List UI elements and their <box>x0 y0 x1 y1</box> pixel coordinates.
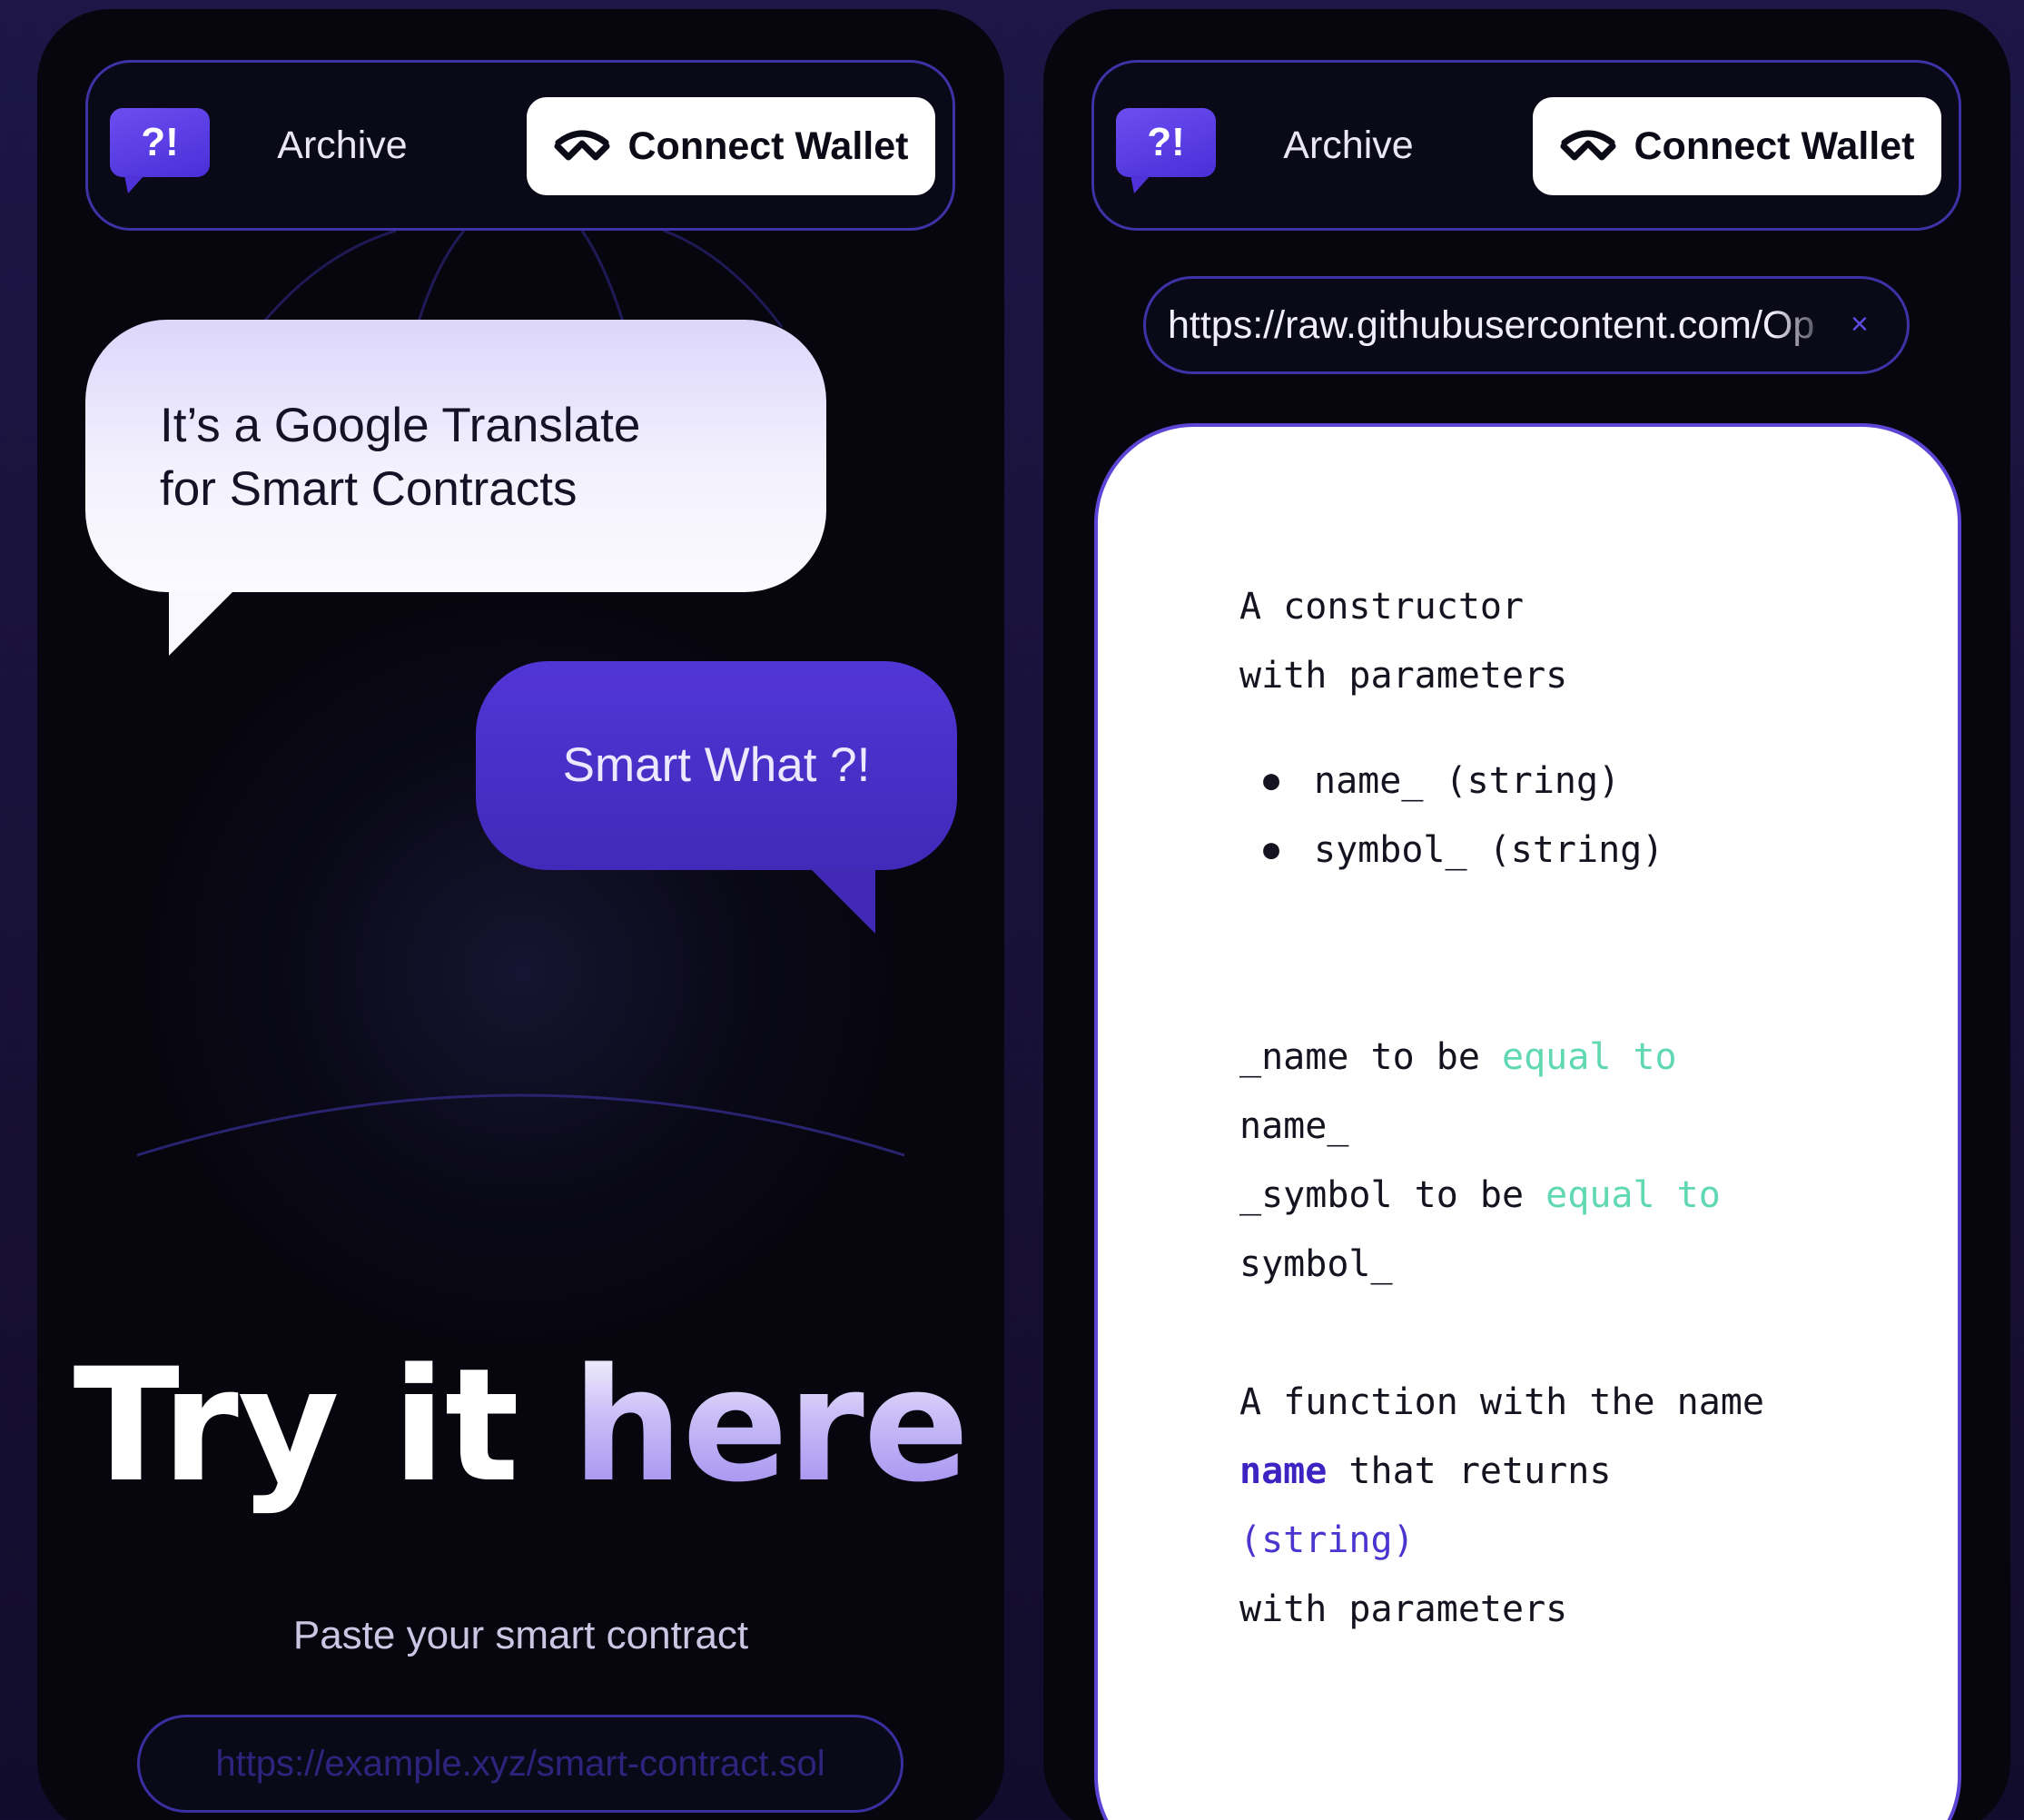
hero-title: Try it here <box>37 1344 1004 1508</box>
connect-wallet-label: Connect Wallet <box>627 124 909 168</box>
logo-icon[interactable]: ?! <box>110 108 210 193</box>
text-line: _name to be equal to <box>1239 1023 1930 1092</box>
top-nav: ?! Archive Connect Wallet <box>1091 60 1961 231</box>
text-fragment: _symbol to be <box>1239 1174 1546 1216</box>
hero-title-part1: Try it <box>73 1334 572 1517</box>
return-type: (string) <box>1239 1519 1415 1561</box>
param-item: symbol_ (string) <box>1239 816 1930 885</box>
text-line: A constructor <box>1239 586 1525 628</box>
bubble-tail <box>169 590 234 656</box>
bubble-tail <box>810 868 875 934</box>
contract-url-value[interactable]: https://raw.githubusercontent.com/Op <box>1168 279 1831 371</box>
text-line: name that returns <box>1239 1437 1930 1506</box>
archive-link[interactable]: Archive <box>261 63 424 228</box>
speech-bubble-question: Smart What ?! <box>476 661 957 934</box>
walletconnect-icon <box>1560 130 1615 161</box>
text-fragment: that returns <box>1327 1450 1612 1492</box>
logo-icon[interactable]: ?! <box>1116 108 1216 193</box>
text-fragment: _name to be <box>1239 1036 1502 1078</box>
speech-bubble-tagline: It’s a Google Translate for Smart Contra… <box>85 320 826 656</box>
url-fade <box>1772 279 1836 371</box>
tagline-line-2: for Smart Contracts <box>160 462 578 516</box>
connect-wallet-label: Connect Wallet <box>1634 124 1915 168</box>
text-line: name_ <box>1239 1105 1349 1147</box>
translation-card: A constructor with parameters name_ (str… <box>1094 423 1961 1820</box>
archive-link[interactable]: Archive <box>1267 63 1430 228</box>
paste-subtitle: Paste your smart contract <box>292 1613 749 1657</box>
contract-url-field[interactable]: https://raw.githubusercontent.com/Op × <box>1143 276 1910 374</box>
keyword-highlight: equal to <box>1501 1036 1677 1078</box>
translation-text: A constructor with parameters name_ (str… <box>1239 572 1930 1644</box>
hero-title-accent: here <box>571 1334 970 1517</box>
param-item: name_ (string) <box>1239 747 1930 816</box>
connect-wallet-button[interactable]: Connect Wallet <box>1533 97 1941 195</box>
question-text: Smart What ?! <box>562 738 871 792</box>
text-line: with parameters <box>1239 1588 1568 1630</box>
text-line: with parameters <box>1239 655 1568 697</box>
contract-url-input[interactable] <box>137 1715 903 1813</box>
text-line: _symbol to be equal to <box>1239 1161 1930 1230</box>
clear-icon[interactable]: × <box>1851 279 1869 371</box>
walletconnect-icon <box>554 130 609 161</box>
function-name: name <box>1239 1450 1328 1492</box>
connect-wallet-button[interactable]: Connect Wallet <box>527 97 935 195</box>
top-nav: ?! Archive Connect Wallet <box>85 60 955 231</box>
keyword-highlight: equal to <box>1545 1174 1721 1216</box>
text-line: symbol_ <box>1239 1243 1393 1285</box>
tagline-line-1: It’s a Google Translate <box>160 399 641 452</box>
phone-screen-right: ?! Archive Connect Wallet https://raw.gi… <box>1043 9 2010 1820</box>
phone-screen-left: ?! Archive Connect Wallet It’s a Google … <box>37 9 1004 1820</box>
text-line: A function with the name <box>1239 1381 1764 1423</box>
